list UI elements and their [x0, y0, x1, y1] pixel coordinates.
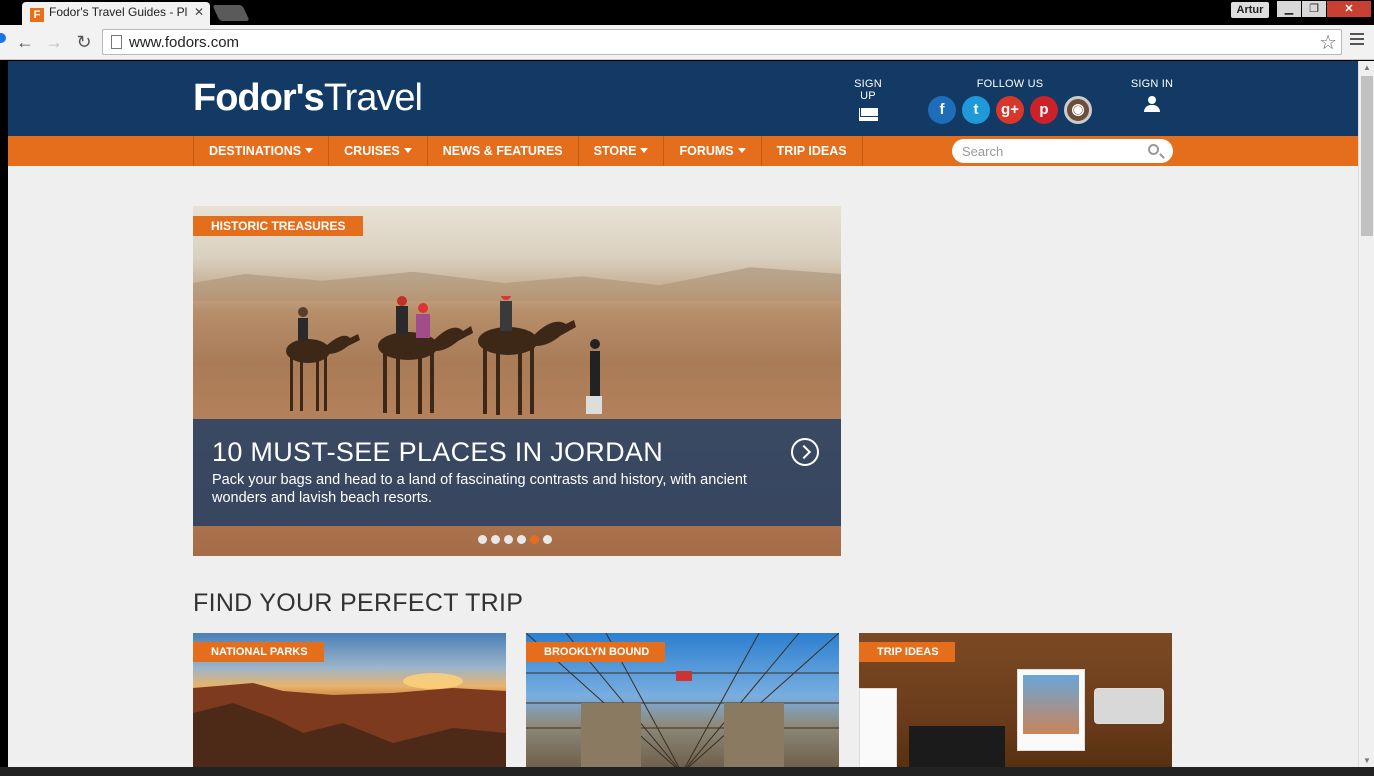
browser-tab[interactable]: F Fodor's Travel Guides - Pl ✕: [22, 2, 210, 25]
hero-description: Pack your bags and head to a land of fas…: [212, 472, 747, 506]
slide-dot[interactable]: [504, 535, 513, 544]
fodors-travel-logo[interactable]: Fodor'sTravel: [193, 77, 423, 120]
sign-in-label: SIGN IN: [1130, 78, 1174, 90]
sign-up-block[interactable]: SIGN UP: [846, 78, 890, 124]
bookmark-star-icon[interactable]: ☆: [1319, 30, 1337, 55]
card-trip-ideas[interactable]: TRIP IDEAS: [859, 633, 1172, 767]
fodors-favicon-icon: F: [30, 8, 44, 22]
pinterest-icon[interactable]: p: [1030, 96, 1058, 124]
nav-trip-ideas[interactable]: TRIP IDEAS: [762, 136, 863, 166]
section-title: FIND YOUR PERFECT TRIP: [193, 589, 524, 617]
nav-cruises[interactable]: CRUISES: [329, 136, 428, 166]
slide-dot-active[interactable]: [530, 535, 539, 544]
main-nav: DESTINATIONS CRUISES NEWS & FEATURES STO…: [8, 136, 1358, 166]
caret-down-icon: [640, 148, 649, 153]
tab-close-icon[interactable]: ✕: [194, 5, 204, 19]
card-tag[interactable]: NATIONAL PARKS: [193, 642, 324, 662]
caret-down-icon: [737, 148, 746, 153]
page-scrollbar[interactable]: ▲ ▼: [1358, 61, 1374, 767]
caret-down-icon: [305, 148, 314, 153]
new-tab-button[interactable]: [212, 5, 250, 21]
card-tag[interactable]: TRIP IDEAS: [859, 642, 955, 662]
url-text: www.fodors.com: [129, 34, 240, 51]
twitter-icon[interactable]: t: [962, 96, 990, 124]
forward-arrow-icon[interactable]: →: [43, 32, 65, 52]
card-brooklyn-bound[interactable]: BROOKLYN BOUND: [526, 633, 839, 767]
card-tag[interactable]: BROOKLYN BOUND: [526, 642, 666, 662]
scroll-down-icon[interactable]: ▼: [1363, 756, 1371, 765]
hero-caption: 10 MUST-SEE PLACES IN JORDAN Pack your b…: [193, 419, 841, 526]
nav-forums[interactable]: FORUMS: [664, 136, 762, 166]
browser-titlebar: F Fodor's Travel Guides - Pl ✕ Artur ▁ ❐ …: [0, 0, 1374, 25]
hero-mountains: [193, 267, 841, 301]
nav-destinations[interactable]: DESTINATIONS: [194, 136, 330, 166]
search-icon[interactable]: [1148, 144, 1159, 155]
reload-icon[interactable]: ↻: [73, 32, 95, 52]
nav-news-features[interactable]: NEWS & FEATURES: [428, 136, 579, 166]
page-viewport: Fodor'sTravel SIGN UP FOLLOW US f t g+ p ◉ S…: [8, 61, 1358, 767]
sign-in-block[interactable]: SIGN IN: [1130, 78, 1174, 115]
mail-icon[interactable]: [858, 108, 878, 121]
facebook-icon[interactable]: f: [928, 96, 956, 124]
user-icon[interactable]: [1144, 96, 1160, 112]
hero-category-tag[interactable]: HISTORIC TREASURES: [193, 216, 364, 236]
browser-toolbar: ← → ↻ www.fodors.com ☆: [0, 25, 1374, 60]
camera-image: [1094, 688, 1164, 724]
google-plus-icon[interactable]: g+: [996, 96, 1024, 124]
sign-up-label: SIGN UP: [854, 78, 882, 102]
card-national-parks[interactable]: NATIONAL PARKS: [193, 633, 506, 767]
close-window-button[interactable]: ✕: [1327, 1, 1371, 17]
next-slide-arrow-icon[interactable]: [791, 438, 819, 466]
minimize-button[interactable]: ▁: [1277, 1, 1301, 17]
slide-dot[interactable]: [478, 535, 487, 544]
polaroid-image: [1017, 669, 1085, 751]
slide-dot[interactable]: [517, 535, 526, 544]
scroll-up-icon[interactable]: ▲: [1363, 63, 1371, 72]
profile-button[interactable]: Artur: [1231, 2, 1269, 18]
chrome-menu-icon[interactable]: [1350, 33, 1364, 48]
tab-title: Fodor's Travel Guides - Pl: [49, 5, 188, 19]
address-bar[interactable]: www.fodors.com ☆: [102, 29, 1342, 55]
logo-bold-text: Fodor's: [193, 77, 325, 119]
back-arrow-icon[interactable]: ←: [14, 32, 36, 52]
slide-pagination: [478, 535, 552, 544]
site-header: Fodor'sTravel SIGN UP FOLLOW US f t g+ p ◉ S…: [8, 61, 1358, 136]
camel-caravan-image: [286, 296, 602, 415]
instagram-icon[interactable]: ◉: [1064, 96, 1092, 124]
logo-light-text: Travel: [323, 77, 423, 119]
page-icon: [111, 35, 122, 49]
follow-us-label: FOLLOW US: [976, 78, 1044, 90]
slide-dot[interactable]: [491, 535, 500, 544]
scrollbar-thumb[interactable]: [1361, 76, 1373, 236]
maximize-button[interactable]: ❐: [1302, 1, 1326, 17]
nav-list: DESTINATIONS CRUISES NEWS & FEATURES STO…: [193, 136, 863, 166]
follow-us-block: FOLLOW US f t g+ p ◉: [918, 78, 1102, 124]
hero-title[interactable]: 10 MUST-SEE PLACES IN JORDAN: [212, 437, 663, 468]
nav-store[interactable]: STORE: [579, 136, 665, 166]
bottom-frame: [0, 767, 1374, 776]
caret-down-icon: [403, 148, 412, 153]
postcard-image: [859, 688, 897, 767]
hero-slide[interactable]: HISTORIC TREASURES 10 MUST-SEE PLACES IN…: [193, 206, 841, 556]
notebook-image: [909, 726, 1005, 767]
search-input[interactable]: [952, 139, 1173, 163]
slide-dot[interactable]: [543, 535, 552, 544]
